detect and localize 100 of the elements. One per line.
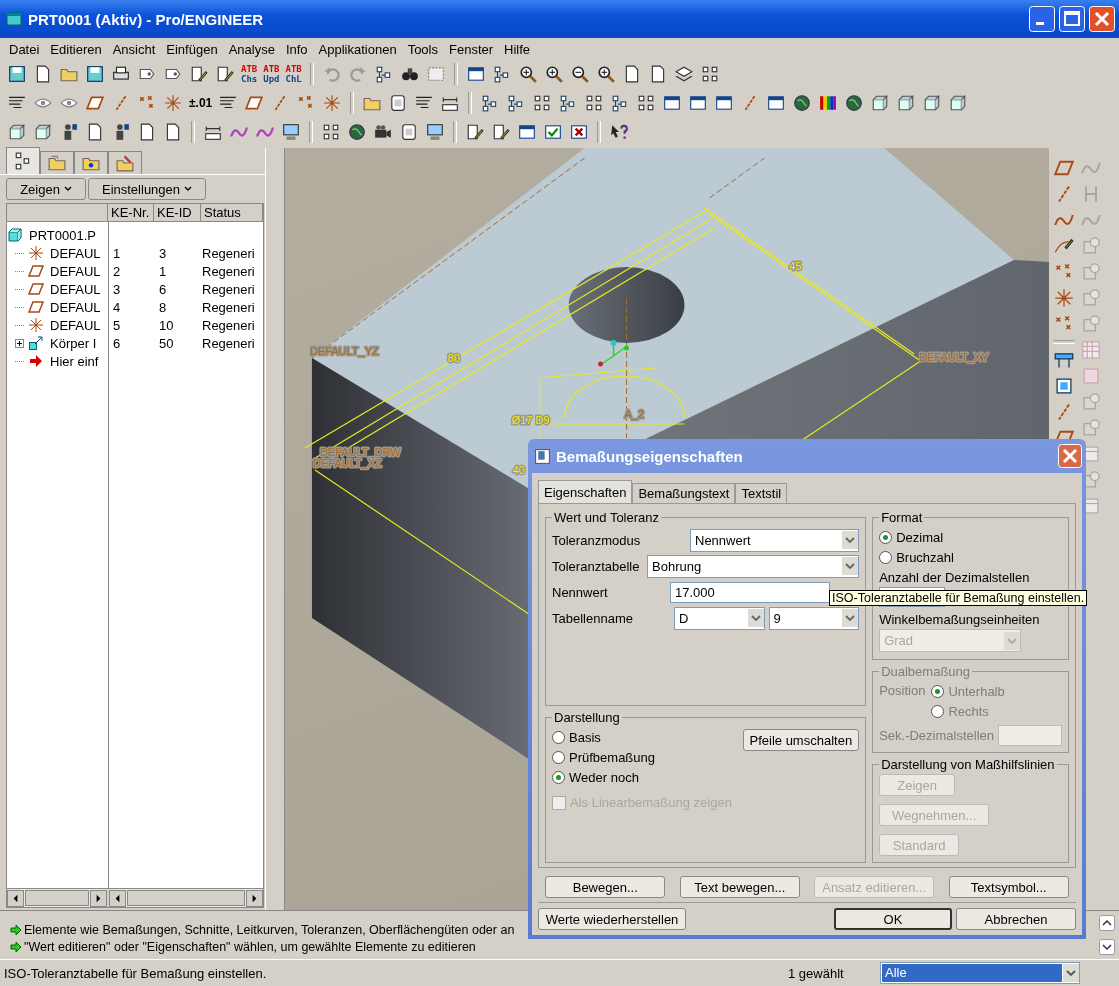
plane-icon[interactable] xyxy=(1054,158,1074,178)
group-title: Dualbemaßung xyxy=(880,664,971,679)
dropdown[interactable]: D xyxy=(674,606,765,630)
table-cell: 5 xyxy=(113,317,121,333)
plane-icon xyxy=(28,263,44,279)
folder-hammer-icon[interactable] xyxy=(116,154,134,172)
plane-icon xyxy=(28,281,44,297)
group-title: Darstellung xyxy=(553,710,621,725)
scroll-right-icon[interactable] xyxy=(90,889,107,907)
caret-icon[interactable] xyxy=(184,185,193,193)
caret-icon[interactable] xyxy=(63,185,72,193)
expand-toggle[interactable] xyxy=(15,338,24,348)
dropdown-button[interactable]: Einstellungen xyxy=(88,178,206,200)
maximize-button[interactable] xyxy=(1059,6,1085,32)
table-cell: 50 xyxy=(159,335,174,351)
close-button[interactable] xyxy=(1058,444,1082,468)
model-label: DEFAULT_XY xyxy=(919,351,989,363)
tab[interactable]: Eigenschaften xyxy=(538,480,633,503)
radio-option[interactable]: Basis xyxy=(552,727,655,747)
tree-item[interactable]: DEFAUL xyxy=(50,299,101,315)
dropdown[interactable]: Bohrung xyxy=(647,554,860,578)
menu-item[interactable]: Fenster xyxy=(444,41,499,57)
radio-option[interactable]: Weder noch xyxy=(552,767,655,787)
dropdown[interactable]: Nennwert xyxy=(690,528,860,552)
toolbar-text-button[interactable]: ATB Chs xyxy=(240,62,259,85)
tooltip: ISO-Toleranztabelle für Bemaßung einstellen. xyxy=(829,590,1088,606)
toolbar-text-button[interactable]: ATB ChL xyxy=(284,62,303,85)
radio-option[interactable]: Dezimal xyxy=(879,527,1062,547)
scroll-left-icon[interactable] xyxy=(109,889,126,907)
dialog-button[interactable]: Text bewegen... xyxy=(679,876,800,898)
field-label: Position xyxy=(879,682,926,700)
table-cell: 8 xyxy=(159,299,167,315)
field-label: Anzahl der Dezimalstellen xyxy=(879,570,1031,585)
menu-item[interactable]: Applikationen xyxy=(313,41,402,57)
message-text: "Wert editieren" oder "Eigenschaften" wählen, um gewählte Elemente zu editieren xyxy=(24,939,476,954)
tools-tab[interactable] xyxy=(108,151,142,174)
input-field[interactable]: 17.000 xyxy=(670,581,830,603)
menu-item[interactable]: Info xyxy=(280,41,313,57)
dialog-button[interactable]: Textsymbol... xyxy=(948,876,1069,898)
dropdown-button[interactable]: Zeigen xyxy=(6,178,86,200)
toggle-arrows-button[interactable]: Pfeile umschalten xyxy=(742,729,860,751)
table-cell: Regeneri xyxy=(202,317,255,333)
minimize-button[interactable] xyxy=(1029,6,1055,32)
tree-item[interactable]: PRT0001.P xyxy=(7,226,108,244)
color-bar-icon[interactable] xyxy=(1081,366,1101,386)
close-button[interactable] xyxy=(1089,6,1115,32)
menu-item[interactable]: Einfügen xyxy=(161,41,223,57)
column-header[interactable]: Status xyxy=(201,204,263,222)
tab[interactable]: Bemaßungstext xyxy=(632,483,736,503)
tree-item[interactable]: DEFAUL xyxy=(50,281,101,297)
folder-tab[interactable] xyxy=(74,151,108,174)
arrow-icon xyxy=(10,940,22,953)
dialog-button[interactable]: Abbrechen xyxy=(956,908,1076,930)
menu-item[interactable]: Hilfe xyxy=(499,41,536,57)
folders-icon[interactable] xyxy=(48,154,66,172)
menu-item[interactable]: Tools xyxy=(402,41,443,57)
dialog-button[interactable]: Bewegen... xyxy=(545,876,666,898)
window-icon[interactable] xyxy=(1054,376,1074,396)
tree-item[interactable]: DEFAUL xyxy=(50,317,101,333)
arrow-icon xyxy=(28,353,44,369)
filter-dropdown[interactable]: Alle xyxy=(880,962,1080,984)
menu-item[interactable]: Datei xyxy=(4,41,45,57)
scroll-down-icon[interactable] xyxy=(1099,939,1115,955)
axis-triad-icon xyxy=(598,340,630,367)
table-cell: 2 xyxy=(113,263,121,279)
tree-item[interactable]: DEFAUL xyxy=(50,263,101,279)
table-cell: 6 xyxy=(159,281,167,297)
tree-item[interactable]: Hier einf xyxy=(50,353,99,369)
menu-item[interactable]: Editieren xyxy=(45,41,107,57)
scroll-left-icon[interactable] xyxy=(7,889,24,907)
tree-item[interactable]: Körper I xyxy=(50,335,97,351)
table-cell: 1 xyxy=(113,245,121,261)
table-cell: 10 xyxy=(159,317,174,333)
scroll-thumb[interactable] xyxy=(127,890,245,906)
scroll-thumb[interactable] xyxy=(25,890,89,906)
menu-item[interactable]: Analyse xyxy=(223,41,280,57)
model-label: 45 xyxy=(789,260,802,272)
coordinate-icon[interactable] xyxy=(1054,288,1074,308)
table-cell: Regeneri xyxy=(202,263,255,279)
radio-option[interactable]: Prüfbemaßung xyxy=(552,747,655,767)
table-cell: Regeneri xyxy=(202,335,255,351)
dialog-button[interactable]: OK xyxy=(834,908,952,930)
tree-tab[interactable] xyxy=(6,147,40,174)
column-header[interactable]: KE-Nr. xyxy=(108,204,154,222)
message-text: Elemente wie Bemaßungen, Schnitte, Leitkurven, Toleranzen, Oberflächengüten oder an xyxy=(24,922,515,937)
toolbar-text-button[interactable]: ATB Upd xyxy=(262,62,281,85)
dialog-button[interactable]: Werte wiederherstellen xyxy=(538,908,686,930)
scroll-right-icon[interactable] xyxy=(246,889,263,907)
radio-option[interactable]: Bruchzahl xyxy=(879,547,1062,567)
menu-item[interactable]: Ansicht xyxy=(107,41,161,57)
scroll-up-icon[interactable] xyxy=(1099,915,1115,931)
tree-item[interactable]: DEFAUL xyxy=(50,245,101,261)
plane-icon xyxy=(28,299,44,315)
group-title: Wert und Toleranz xyxy=(553,510,661,525)
table-cell: 1 xyxy=(159,263,167,279)
tab[interactable]: Textstil xyxy=(735,483,788,503)
toolbar-text-button[interactable]: ±.01 xyxy=(188,91,214,114)
table-cell: 4 xyxy=(113,299,121,315)
column-header[interactable]: KE-ID xyxy=(154,204,201,222)
dropdown[interactable]: 9 xyxy=(768,606,860,630)
